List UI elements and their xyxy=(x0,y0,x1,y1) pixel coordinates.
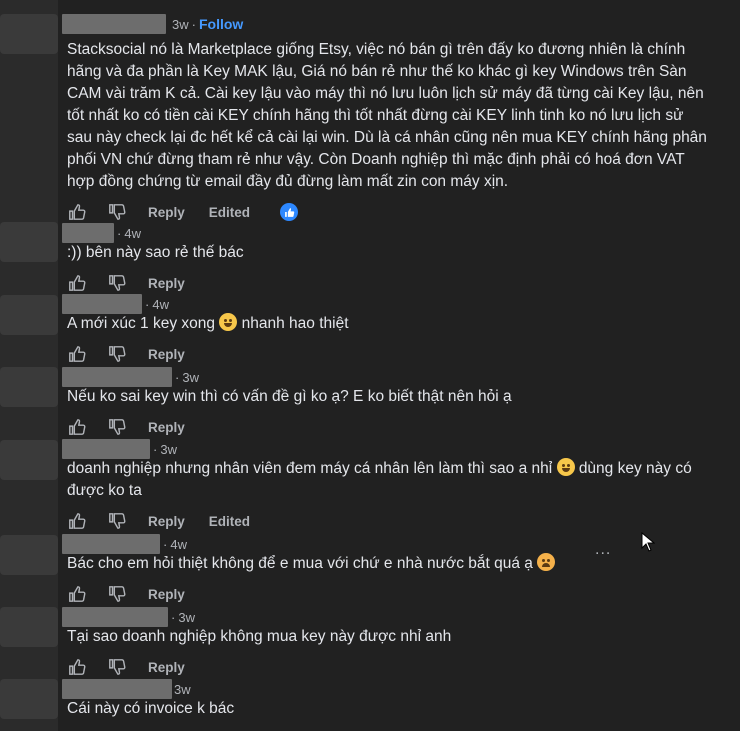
sad-emoji-icon xyxy=(537,553,556,571)
separator-dot: · xyxy=(175,369,180,385)
comment-text: :)) bên này sao rẻ thế bác xyxy=(67,244,244,261)
edited-label[interactable]: Edited xyxy=(209,514,250,529)
comment-text: Cái này có invoice k bác xyxy=(67,700,235,717)
comment-text: Nếu ko sai key win thì có vấn đề gì ko ạ… xyxy=(67,388,512,405)
avatar xyxy=(0,295,58,335)
comment: 3w · Follow Stacksocial nó là Marketplac… xyxy=(62,13,730,224)
avatar xyxy=(0,367,58,407)
thumbs-down-icon[interactable] xyxy=(108,418,126,436)
avatar xyxy=(0,607,58,647)
avatar xyxy=(0,222,58,262)
commenter-name-redacted[interactable] xyxy=(62,607,168,627)
commenter-name-redacted[interactable] xyxy=(62,367,172,387)
commenter-name-redacted[interactable] xyxy=(62,294,142,314)
comment-text-part: Bác cho em hỏi thiệt không để e mua với … xyxy=(67,555,533,572)
thumbs-down-icon[interactable] xyxy=(108,345,126,363)
comment-text: doanh nghiệp nhưng nhân viên đem máy cá … xyxy=(67,458,707,502)
comment-text-part: nhanh hao thiệt xyxy=(241,315,349,332)
comment-time[interactable]: 3w xyxy=(182,370,199,385)
reply-button[interactable]: Reply xyxy=(148,587,185,602)
comment-text: Tại sao doanh nghiệp không mua key này đ… xyxy=(67,628,452,645)
commenter-name-redacted[interactable] xyxy=(62,534,160,554)
thumbs-up-icon[interactable] xyxy=(68,274,86,292)
comment: · 4w :)) bên này sao rẻ thế bác Reply xyxy=(62,222,730,295)
comment-text: Stacksocial nó là Marketplace giống Etsy… xyxy=(67,41,707,190)
comment-text-part: A mới xúc 1 key xong xyxy=(67,315,216,332)
separator-dot: · xyxy=(153,441,158,457)
thumbs-up-icon[interactable] xyxy=(68,203,86,221)
comment-time[interactable]: 3w xyxy=(160,442,177,457)
comment-time[interactable]: 3w xyxy=(174,682,191,697)
thumbs-down-icon[interactable] xyxy=(108,203,126,221)
thumbs-down-icon[interactable] xyxy=(108,512,126,530)
reply-button[interactable]: Reply xyxy=(148,514,185,529)
comment: · 3w doanh nghiệp nhưng nhân viên đem má… xyxy=(62,438,730,533)
separator-dot: · xyxy=(117,225,122,241)
commenter-name-redacted[interactable] xyxy=(62,14,166,34)
comment-time[interactable]: 3w xyxy=(178,610,195,625)
thumbs-down-icon[interactable] xyxy=(108,658,126,676)
comment-text-part: doanh nghiệp nhưng nhân viên đem máy cá … xyxy=(67,460,553,477)
separator-dot: · xyxy=(163,536,168,552)
smiling-emoji-icon xyxy=(556,458,575,476)
avatar xyxy=(0,535,58,575)
comment: · 3w Nếu ko sai key win thì có vấn đề gì… xyxy=(62,366,730,439)
separator-dot: · xyxy=(145,296,150,312)
separator-dot: · xyxy=(171,609,176,625)
reply-button[interactable]: Reply xyxy=(148,205,185,220)
comment-time[interactable]: 3w xyxy=(172,17,189,32)
follow-button[interactable]: Follow xyxy=(199,16,243,32)
commenter-name-redacted[interactable] xyxy=(62,439,150,459)
more-options-icon[interactable]: ... xyxy=(595,541,611,559)
comment-time[interactable]: 4w xyxy=(152,297,169,312)
reply-button[interactable]: Reply xyxy=(148,420,185,435)
thumbs-up-icon[interactable] xyxy=(68,418,86,436)
avatar xyxy=(0,679,58,719)
reply-button[interactable]: Reply xyxy=(148,660,185,675)
comment: · 4w Bác cho em hỏi thiệt không để e mua… xyxy=(62,533,730,606)
comment-time[interactable]: 4w xyxy=(170,537,187,552)
separator-dot: · xyxy=(191,16,196,32)
comment-time[interactable]: 4w xyxy=(124,226,141,241)
like-reaction-icon[interactable] xyxy=(280,203,299,221)
commenter-name-redacted[interactable] xyxy=(62,223,114,243)
thumbs-down-icon[interactable] xyxy=(108,585,126,603)
thumbs-up-icon[interactable] xyxy=(68,512,86,530)
mouse-cursor-icon xyxy=(641,531,656,557)
comment: 3w Cái này có invoice k bác xyxy=(62,678,730,720)
commenter-name-redacted[interactable] xyxy=(62,679,172,699)
reply-button[interactable]: Reply xyxy=(148,276,185,291)
laughing-emoji-icon xyxy=(219,313,238,331)
thumbs-up-icon[interactable] xyxy=(68,345,86,363)
reply-button[interactable]: Reply xyxy=(148,347,185,362)
avatar xyxy=(0,14,58,54)
avatar-strip xyxy=(0,0,58,731)
avatar xyxy=(0,440,58,480)
comment: · 4w A mới xúc 1 key xong nhanh hao thiệ… xyxy=(62,293,730,366)
comment: · 3w Tại sao doanh nghiệp không mua key … xyxy=(62,606,730,679)
thumbs-up-icon[interactable] xyxy=(68,658,86,676)
edited-label[interactable]: Edited xyxy=(209,205,250,220)
thumbs-up-icon[interactable] xyxy=(68,585,86,603)
thumbs-down-icon[interactable] xyxy=(108,274,126,292)
comment-text: A mới xúc 1 key xong nhanh hao thiệt xyxy=(67,313,707,335)
